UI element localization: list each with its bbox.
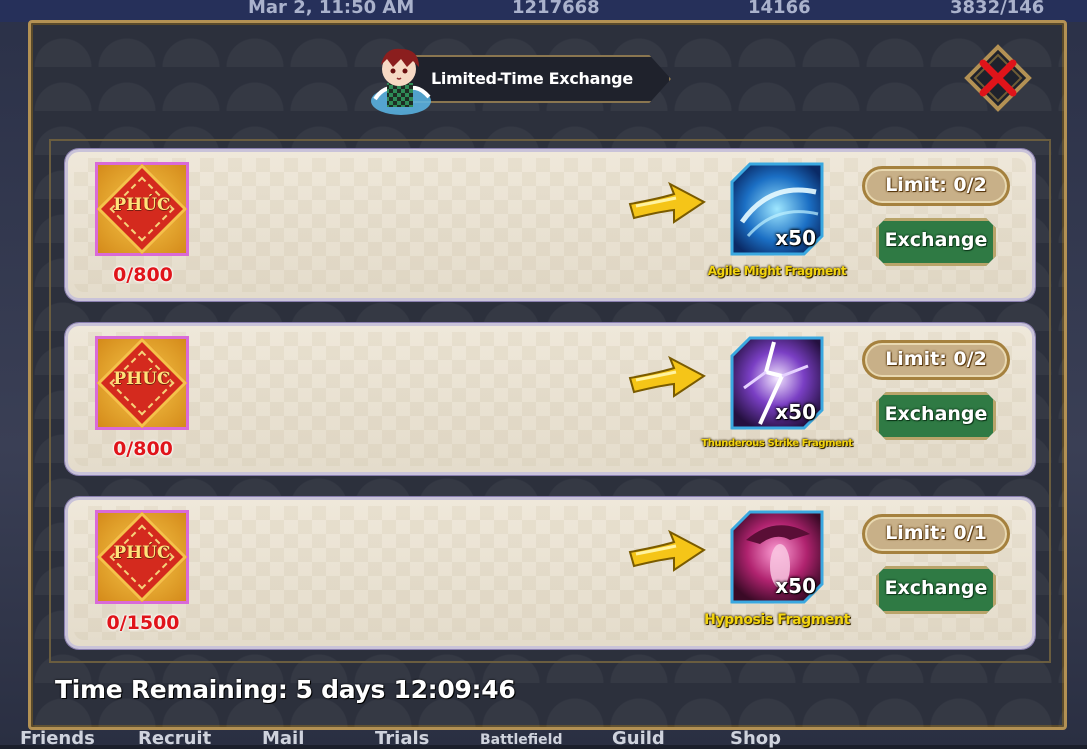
- limit-badge: Limit: 0/2: [862, 340, 1010, 380]
- time-remaining-label: Time Remaining:: [55, 675, 288, 704]
- time-remaining-value: 5 days 12:09:46: [295, 675, 516, 704]
- phuc-token-label: PHÚC: [113, 543, 171, 563]
- modal-title: Limited-Time Exchange: [431, 69, 633, 88]
- exchange-button[interactable]: Exchange: [876, 566, 996, 614]
- coin-count: 1217668: [512, 0, 600, 18]
- agile-might-fragment-icon[interactable]: x50: [730, 162, 824, 256]
- clock-text: Mar 2, 11:50 AM: [248, 0, 415, 18]
- tab-battlefield[interactable]: Battlefield: [480, 732, 563, 748]
- exchange-row: PHÚC 0/800 x50 Thunderous Strike Fragmen…: [65, 323, 1035, 475]
- modal-header: Limited-Time Exchange: [361, 48, 681, 115]
- cost-count: 0/800: [113, 264, 173, 286]
- phuc-token-label: PHÚC: [113, 369, 171, 389]
- tab-recruit[interactable]: Recruit: [138, 728, 211, 749]
- exchange-button[interactable]: Exchange: [876, 392, 996, 440]
- arrow-right-icon: [628, 181, 706, 224]
- stamina-count: 3832/146: [950, 0, 1045, 18]
- thunderous-strike-fragment-icon[interactable]: x50: [730, 336, 824, 430]
- tab-mail[interactable]: Mail: [262, 728, 304, 749]
- character-avatar-icon: [371, 48, 431, 115]
- exchange-button[interactable]: Exchange: [876, 218, 996, 266]
- exchange-row: PHÚC 0/800 x50 Agile Might Fragment Limi…: [65, 149, 1035, 301]
- close-icon: [964, 44, 1032, 112]
- cost-count: 0/1500: [106, 612, 180, 634]
- tab-guild[interactable]: Guild: [612, 728, 665, 749]
- arrow-right-icon: [628, 355, 706, 398]
- reward-name: Thunderous Strike Fragment: [701, 438, 853, 449]
- exchange-button-label: Exchange: [884, 403, 988, 425]
- close-button[interactable]: [963, 43, 1033, 113]
- phuc-token-label: PHÚC: [113, 195, 171, 215]
- exchange-button-label: Exchange: [884, 577, 988, 599]
- gem-count: 14166: [748, 0, 811, 18]
- phuc-token-icon[interactable]: PHÚC: [95, 336, 189, 430]
- exchange-row: PHÚC 0/1500 x50 Hypnosis Fragment Limit:…: [65, 497, 1035, 649]
- time-remaining: Time Remaining: 5 days 12:09:46: [55, 675, 523, 704]
- reward-quantity: x50: [775, 226, 816, 250]
- reward-name: Agile Might Fragment: [707, 264, 847, 278]
- arrow-right-icon: [628, 529, 706, 572]
- tab-friends[interactable]: Friends: [20, 728, 95, 749]
- hypnosis-fragment-icon[interactable]: x50: [730, 510, 824, 604]
- phuc-token-icon[interactable]: PHÚC: [95, 510, 189, 604]
- tab-shop[interactable]: Shop: [730, 728, 781, 749]
- reward-name: Hypnosis Fragment: [704, 612, 850, 628]
- limit-badge: Limit: 0/1: [862, 514, 1010, 554]
- exchange-button-label: Exchange: [884, 229, 988, 251]
- phuc-token-icon[interactable]: PHÚC: [95, 162, 189, 256]
- top-resource-bar: Mar 2, 11:50 AM 1217668 14166 3832/146: [0, 0, 1087, 22]
- limited-time-exchange-modal: Limited-Time Exchange PHÚC 0/800 x50 Agi…: [28, 20, 1067, 730]
- limit-badge: Limit: 0/2: [862, 166, 1010, 206]
- reward-quantity: x50: [775, 574, 816, 598]
- cost-count: 0/800: [113, 438, 173, 460]
- reward-quantity: x50: [775, 400, 816, 424]
- tab-trials[interactable]: Trials: [375, 728, 429, 749]
